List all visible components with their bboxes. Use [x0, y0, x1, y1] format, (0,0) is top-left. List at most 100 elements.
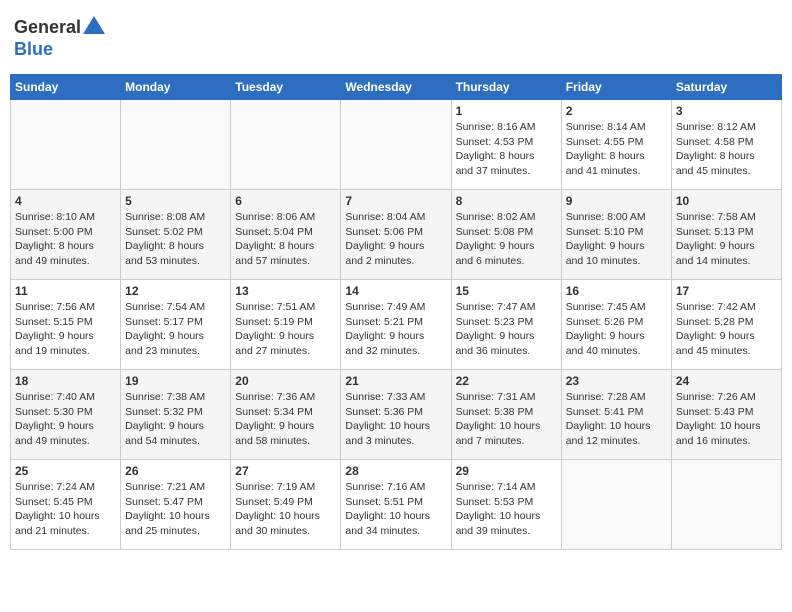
day-info: Sunrise: 8:12 AM Sunset: 4:58 PM Dayligh…	[676, 120, 777, 179]
day-number: 3	[676, 104, 777, 118]
day-number: 5	[125, 194, 226, 208]
day-info: Sunrise: 7:26 AM Sunset: 5:43 PM Dayligh…	[676, 390, 777, 449]
weekday-header-thursday: Thursday	[451, 75, 561, 100]
calendar-cell: 27Sunrise: 7:19 AM Sunset: 5:49 PM Dayli…	[231, 460, 341, 550]
calendar-cell: 12 Sunrise: 7:54 AM Sunset: 5:17 PM Dayli…	[121, 280, 231, 370]
calendar-cell: 5 Sunrise: 8:08 AM Sunset: 5:02 PM Daylig…	[121, 190, 231, 280]
day-info: Sunrise: 7:49 AM Sunset: 5:21 PM Dayligh…	[345, 300, 446, 359]
day-info: Sunrise: 7:19 AM Sunset: 5:49 PM Dayligh…	[235, 480, 336, 539]
day-info: Sunrise: 8:06 AM Sunset: 5:04 PM Dayligh…	[235, 210, 336, 269]
calendar-cell: 11 Sunrise: 7:56 AM Sunset: 5:15 PM Dayli…	[11, 280, 121, 370]
logo-general-text: General	[14, 17, 81, 38]
day-number: 11	[15, 284, 116, 298]
calendar-cell: 16 Sunrise: 7:45 AM Sunset: 5:26 PM Dayli…	[561, 280, 671, 370]
day-number: 9	[566, 194, 667, 208]
day-info: Sunrise: 7:58 AM Sunset: 5:13 PM Dayligh…	[676, 210, 777, 269]
day-info: Sunrise: 7:31 AM Sunset: 5:38 PM Dayligh…	[456, 390, 557, 449]
calendar-cell	[341, 100, 451, 190]
day-number: 7	[345, 194, 446, 208]
day-info: Sunrise: 7:42 AM Sunset: 5:28 PM Dayligh…	[676, 300, 777, 359]
day-number: 13	[235, 284, 336, 298]
day-number: 23	[566, 374, 667, 388]
calendar-cell	[561, 460, 671, 550]
logo: General Blue	[14, 16, 105, 60]
calendar-cell: 28 Sunrise: 7:16 AM Sunset: 5:51 PM Dayli…	[341, 460, 451, 550]
calendar-table: SundayMondayTuesdayWednesdayThursdayFrid…	[10, 74, 782, 550]
day-info: Sunrise: 7:51 AM Sunset: 5:19 PM Dayligh…	[235, 300, 336, 359]
calendar-cell: 25 Sunrise: 7:24 AM Sunset: 5:45 PM Dayli…	[11, 460, 121, 550]
day-info: Sunrise: 8:04 AM Sunset: 5:06 PM Dayligh…	[345, 210, 446, 269]
calendar-cell: 6 Sunrise: 8:06 AM Sunset: 5:04 PM Daylig…	[231, 190, 341, 280]
day-number: 18	[15, 374, 116, 388]
weekday-header-sunday: Sunday	[11, 75, 121, 100]
calendar-cell: 3 Sunrise: 8:12 AM Sunset: 4:58 PM Daylig…	[671, 100, 781, 190]
logo-triangle-icon	[83, 16, 105, 39]
day-info: Sunrise: 7:54 AM Sunset: 5:17 PM Dayligh…	[125, 300, 226, 359]
day-number: 15	[456, 284, 557, 298]
calendar-cell	[231, 100, 341, 190]
page-header: General Blue	[10, 10, 782, 66]
weekday-header-wednesday: Wednesday	[341, 75, 451, 100]
calendar-cell: 24 Sunrise: 7:26 AM Sunset: 5:43 PM Dayli…	[671, 370, 781, 460]
day-info: Sunrise: 8:16 AM Sunset: 4:53 PM Dayligh…	[456, 120, 557, 179]
day-info: Sunrise: 7:14 AM Sunset: 5:53 PM Dayligh…	[456, 480, 557, 539]
day-number: 10	[676, 194, 777, 208]
day-number: 4	[15, 194, 116, 208]
day-number: 24	[676, 374, 777, 388]
calendar-cell: 2 Sunrise: 8:14 AM Sunset: 4:55 PM Daylig…	[561, 100, 671, 190]
calendar-cell: 13 Sunrise: 7:51 AM Sunset: 5:19 PM Dayli…	[231, 280, 341, 370]
calendar-cell: 10 Sunrise: 7:58 AM Sunset: 5:13 PM Dayli…	[671, 190, 781, 280]
calendar-cell	[11, 100, 121, 190]
day-info: Sunrise: 7:56 AM Sunset: 5:15 PM Dayligh…	[15, 300, 116, 359]
day-number: 2	[566, 104, 667, 118]
calendar-cell: 14Sunrise: 7:49 AM Sunset: 5:21 PM Dayli…	[341, 280, 451, 370]
day-number: 1	[456, 104, 557, 118]
day-info: Sunrise: 7:38 AM Sunset: 5:32 PM Dayligh…	[125, 390, 226, 449]
calendar-cell: 22 Sunrise: 7:31 AM Sunset: 5:38 PM Dayli…	[451, 370, 561, 460]
calendar-cell: 21Sunrise: 7:33 AM Sunset: 5:36 PM Dayli…	[341, 370, 451, 460]
day-info: Sunrise: 7:45 AM Sunset: 5:26 PM Dayligh…	[566, 300, 667, 359]
day-info: Sunrise: 8:00 AM Sunset: 5:10 PM Dayligh…	[566, 210, 667, 269]
day-info: Sunrise: 8:10 AM Sunset: 5:00 PM Dayligh…	[15, 210, 116, 269]
day-number: 22	[456, 374, 557, 388]
day-number: 29	[456, 464, 557, 478]
calendar-cell: 17Sunrise: 7:42 AM Sunset: 5:28 PM Dayli…	[671, 280, 781, 370]
day-number: 28	[345, 464, 446, 478]
calendar-cell	[121, 100, 231, 190]
day-number: 8	[456, 194, 557, 208]
calendar-cell: 26Sunrise: 7:21 AM Sunset: 5:47 PM Dayli…	[121, 460, 231, 550]
calendar-header: SundayMondayTuesdayWednesdayThursdayFrid…	[11, 75, 782, 100]
calendar-cell: 9 Sunrise: 8:00 AM Sunset: 5:10 PM Daylig…	[561, 190, 671, 280]
calendar-cell: 8 Sunrise: 8:02 AM Sunset: 5:08 PM Daylig…	[451, 190, 561, 280]
calendar-cell: 18 Sunrise: 7:40 AM Sunset: 5:30 PM Dayli…	[11, 370, 121, 460]
day-number: 16	[566, 284, 667, 298]
day-info: Sunrise: 7:28 AM Sunset: 5:41 PM Dayligh…	[566, 390, 667, 449]
weekday-header-monday: Monday	[121, 75, 231, 100]
calendar-cell: 19 Sunrise: 7:38 AM Sunset: 5:32 PM Dayli…	[121, 370, 231, 460]
day-number: 19	[125, 374, 226, 388]
weekday-header-friday: Friday	[561, 75, 671, 100]
day-number: 21	[345, 374, 446, 388]
day-info: Sunrise: 7:47 AM Sunset: 5:23 PM Dayligh…	[456, 300, 557, 359]
day-info: Sunrise: 7:40 AM Sunset: 5:30 PM Dayligh…	[15, 390, 116, 449]
weekday-header-tuesday: Tuesday	[231, 75, 341, 100]
weekday-header-saturday: Saturday	[671, 75, 781, 100]
day-info: Sunrise: 8:08 AM Sunset: 5:02 PM Dayligh…	[125, 210, 226, 269]
calendar-cell: 7 Sunrise: 8:04 AM Sunset: 5:06 PM Daylig…	[341, 190, 451, 280]
calendar-cell: 23 Sunrise: 7:28 AM Sunset: 5:41 PM Dayli…	[561, 370, 671, 460]
calendar-cell: 1 Sunrise: 8:16 AM Sunset: 4:53 PM Daylig…	[451, 100, 561, 190]
day-number: 25	[15, 464, 116, 478]
day-number: 6	[235, 194, 336, 208]
day-info: Sunrise: 7:36 AM Sunset: 5:34 PM Dayligh…	[235, 390, 336, 449]
day-info: Sunrise: 7:24 AM Sunset: 5:45 PM Dayligh…	[15, 480, 116, 539]
day-number: 26	[125, 464, 226, 478]
day-number: 20	[235, 374, 336, 388]
day-info: Sunrise: 8:02 AM Sunset: 5:08 PM Dayligh…	[456, 210, 557, 269]
calendar-cell: 4 Sunrise: 8:10 AM Sunset: 5:00 PM Daylig…	[11, 190, 121, 280]
day-info: Sunrise: 7:16 AM Sunset: 5:51 PM Dayligh…	[345, 480, 446, 539]
calendar-cell: 29 Sunrise: 7:14 AM Sunset: 5:53 PM Dayli…	[451, 460, 561, 550]
calendar-cell: 15 Sunrise: 7:47 AM Sunset: 5:23 PM Dayli…	[451, 280, 561, 370]
day-info: Sunrise: 8:14 AM Sunset: 4:55 PM Dayligh…	[566, 120, 667, 179]
calendar-cell: 20 Sunrise: 7:36 AM Sunset: 5:34 PM Dayli…	[231, 370, 341, 460]
day-number: 12	[125, 284, 226, 298]
